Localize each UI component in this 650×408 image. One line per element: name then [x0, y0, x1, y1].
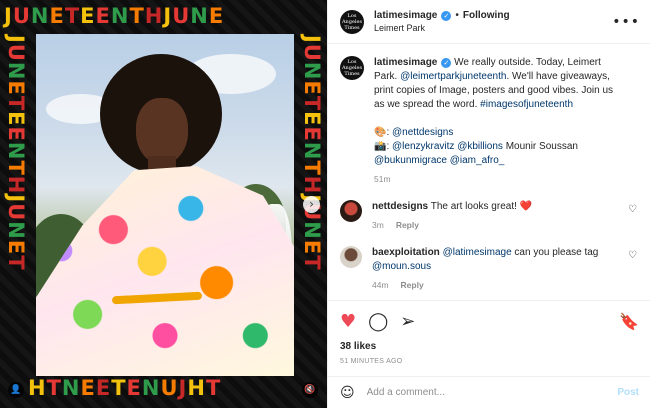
person-face: [136, 98, 188, 164]
likes-count[interactable]: 38 likes: [340, 341, 639, 352]
comment-input[interactable]: [366, 387, 597, 398]
verified-badge-icon: ✓: [441, 58, 452, 68]
reply-button[interactable]: Reply: [396, 218, 419, 232]
comment-time[interactable]: 3m: [372, 218, 384, 232]
caption-avatar[interactable]: Los Angeles Times: [340, 56, 364, 80]
mention-link[interactable]: @nettdesigns: [392, 127, 453, 138]
frame-text-right: JUNETEENTHJUNET: [300, 35, 324, 271]
post-media: JUNETEENTHJUNE HTNEETENUJHT JUNETEENTHJU…: [0, 0, 327, 408]
reply-button[interactable]: Reply: [401, 278, 424, 292]
post-button[interactable]: Post: [617, 387, 639, 398]
comment-username[interactable]: baexploitation: [372, 247, 440, 258]
separator-dot: •: [455, 10, 459, 21]
camera-emoji-icon: 📸: [374, 141, 387, 152]
post-header: Los Angeles Times latimesimage ✓ • Follo…: [328, 0, 650, 44]
hashtag-link[interactable]: #imagesofjuneteenth: [480, 99, 573, 110]
comment-item: baexploitation @latimesimage can you ple…: [340, 246, 639, 292]
palette-emoji-icon: 🎨: [374, 127, 387, 138]
post-timestamp: 51 MINUTES AGO: [340, 358, 403, 365]
emoji-icon[interactable]: ☺: [340, 385, 355, 401]
commenter-avatar[interactable]: [340, 246, 362, 268]
mention-link[interactable]: @latimesimage: [443, 247, 512, 258]
red-heart-emoji-icon: ❤️: [519, 201, 533, 212]
comment-item: nettdesigns The art looks great! ❤️ 3m R…: [340, 200, 639, 232]
comments-section: Los Angeles Times latimesimage ✓ We reall…: [328, 44, 650, 300]
caption-username[interactable]: latimesimage: [374, 57, 437, 68]
post-actions: ♥ ◯ ➢ 🔖 38 likes 51 MINUTES AGO: [328, 300, 650, 378]
frame-text-left: JUNETEENTHJUNET: [4, 35, 28, 271]
heart-outline-icon[interactable]: ♡: [628, 250, 637, 261]
comment-text: The art looks great!: [428, 201, 520, 212]
caption-time[interactable]: 51m: [374, 172, 391, 186]
verified-badge-icon: ✓: [441, 10, 452, 21]
share-icon[interactable]: ➢: [400, 311, 415, 333]
avatar[interactable]: Los Angeles Times: [340, 9, 364, 34]
post-photo: [36, 34, 294, 376]
frame-text-top: JUNETEENTHJUNE: [4, 4, 225, 28]
more-options-icon[interactable]: •••: [612, 14, 640, 30]
mention-link[interactable]: @lenzykravitz: [392, 141, 454, 152]
mention-link[interactable]: @leimertparkjuneteenth: [400, 71, 506, 82]
heart-outline-icon[interactable]: ♡: [628, 204, 637, 215]
commenter-avatar[interactable]: [340, 200, 362, 222]
header-username[interactable]: latimesimage: [374, 10, 437, 21]
frame-text-bottom: HTNEETENUJHT: [28, 376, 222, 400]
comment-icon[interactable]: ◯: [368, 311, 388, 333]
comment-username[interactable]: nettdesigns: [372, 201, 428, 212]
bookmark-icon[interactable]: 🔖: [619, 311, 639, 333]
post-panel: Los Angeles Times latimesimage ✓ • Follo…: [327, 0, 650, 408]
mention-link[interactable]: @bukunmigrace: [374, 155, 447, 166]
chevron-right-icon[interactable]: ›: [303, 196, 320, 213]
colorful-dress: [36, 166, 294, 376]
comment-composer: ☺ Post: [328, 376, 650, 408]
comment-time[interactable]: 44m: [372, 278, 389, 292]
comment-text: can you please tag: [511, 247, 599, 258]
mention-link[interactable]: @kbillions: [457, 141, 503, 152]
following-button[interactable]: Following: [463, 10, 510, 21]
mention-link[interactable]: @moun.sous: [372, 261, 431, 272]
header-info: latimesimage ✓ • Following Leimert Park: [374, 10, 510, 33]
mention-link[interactable]: @iam_afro_: [450, 155, 505, 166]
location-link[interactable]: Leimert Park: [374, 23, 510, 33]
credit-name: Mounir Soussan: [502, 141, 578, 152]
heart-filled-icon[interactable]: ♥: [340, 311, 356, 333]
caption: Los Angeles Times latimesimage ✓ We reall…: [340, 56, 614, 186]
speaker-muted-icon[interactable]: 🔇: [302, 382, 318, 398]
user-tag-icon[interactable]: 👤: [8, 382, 24, 398]
